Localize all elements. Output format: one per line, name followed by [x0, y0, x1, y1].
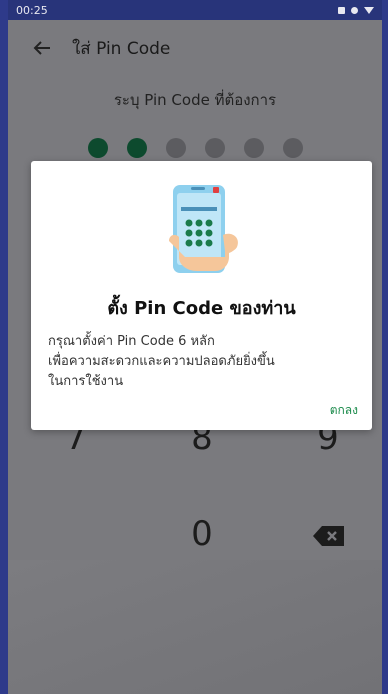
back-arrow-svg	[33, 41, 50, 55]
status-icons	[338, 6, 374, 14]
setup-pin-dialog: ตั้ง Pin Code ของท่าน กรุณาตั้งค่า Pin C…	[31, 161, 372, 430]
pin-indicator	[88, 138, 303, 158]
dialog-title: ตั้ง Pin Code ของท่าน	[107, 298, 296, 319]
pin-dot-empty	[244, 138, 264, 158]
wifi-icon	[364, 6, 374, 14]
notification-icon	[338, 6, 345, 14]
pin-dot-filled	[88, 138, 108, 158]
backspace-icon[interactable]	[312, 524, 346, 548]
pin-hint: ระบุ Pin Code ที่ต้องการ	[113, 91, 277, 109]
background-pattern	[8, 560, 382, 694]
pin-dot-empty	[166, 138, 186, 158]
status-time: 00:25	[16, 3, 48, 17]
pin-dot-filled	[127, 138, 147, 158]
dialog-message-line: ในการใช้งาน	[48, 374, 124, 389]
pin-dot-empty	[283, 138, 303, 158]
dialog-message-line: กรุณาตั้งค่า Pin Code 6 หลัก	[48, 334, 215, 349]
app-bar: ใส่ Pin Code	[8, 20, 382, 76]
back-arrow-icon[interactable]	[30, 36, 54, 60]
ok-button[interactable]: ตกลง	[330, 401, 358, 420]
keypad-key-0[interactable]: 0	[172, 514, 232, 554]
phone-in-hand-icon	[169, 185, 238, 273]
dialog-message-line: เพื่อความสะดวกและความปลอดภัยยิ่งขึ้น	[48, 354, 275, 369]
battery-icon	[351, 6, 358, 14]
status-bar: 00:25	[8, 0, 382, 20]
pin-dot-empty	[205, 138, 225, 158]
dialog-message: กรุณาตั้งค่า Pin Code 6 หลัก เพื่อความสะ…	[48, 332, 358, 392]
frame-edge-left	[0, 0, 8, 694]
page-title: ใส่ Pin Code	[72, 38, 171, 59]
